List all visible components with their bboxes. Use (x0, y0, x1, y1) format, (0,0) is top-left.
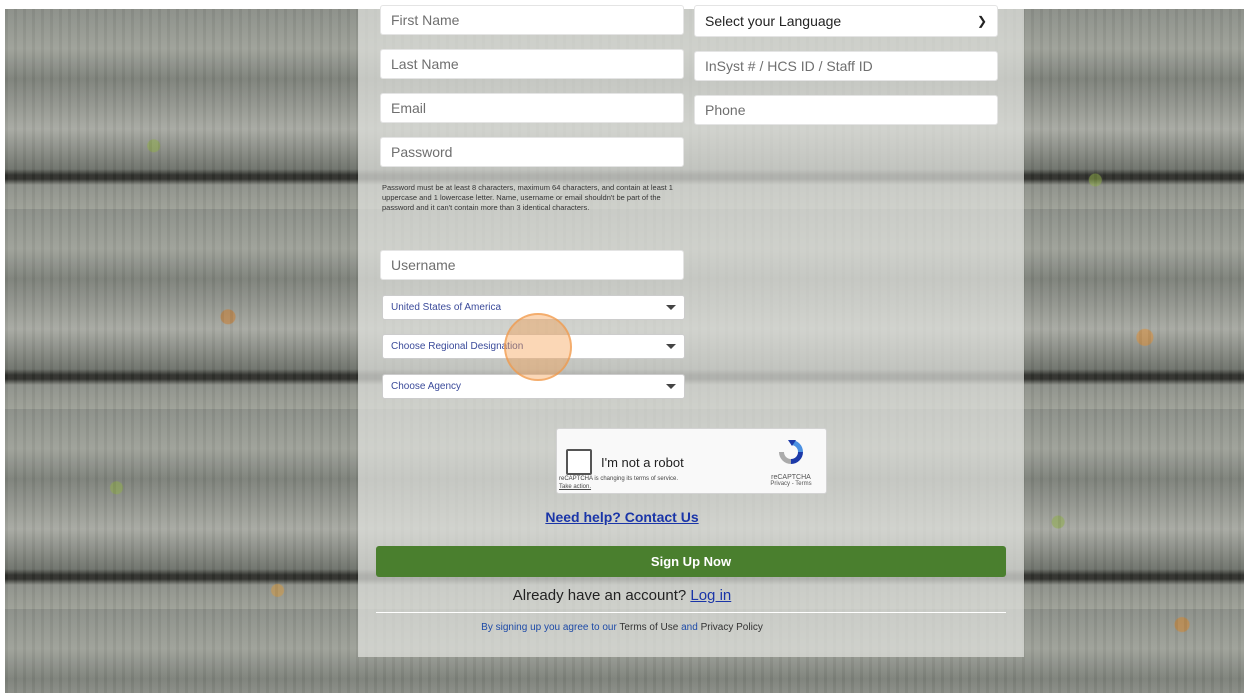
caret-down-icon (666, 344, 676, 349)
country-select-value: United States of America (391, 302, 502, 313)
email-input[interactable]: Email (380, 93, 684, 123)
first-name-input[interactable]: First Name (380, 5, 684, 35)
password-requirements-text: Password must be at least 8 characters, … (382, 183, 673, 212)
recaptcha-label: I'm not a robot (601, 455, 684, 470)
recaptcha-widget: I'm not a robot reCAPTCHA is changing it… (556, 428, 827, 494)
username-input[interactable]: Username (380, 250, 684, 280)
recaptcha-checkbox[interactable] (566, 449, 592, 475)
terms-and: and (681, 622, 698, 633)
login-prompt: Already have an account? Log in (0, 587, 1244, 604)
last-name-input[interactable]: Last Name (380, 49, 684, 79)
login-prompt-text: Already have an account? (512, 587, 687, 604)
recaptcha-logo: reCAPTCHA Privacy - Terms (764, 437, 818, 487)
staff-id-input[interactable]: InSyst # / HCS ID / Staff ID (694, 51, 998, 81)
terms-notice: By signing up you agree to our Terms of … (0, 622, 1244, 633)
terms-of-use-link[interactable]: Terms of Use (619, 622, 678, 633)
privacy-policy-link[interactable]: Privacy Policy (701, 622, 763, 633)
recaptcha-notice: reCAPTCHA is changing its terms of servi… (559, 475, 678, 491)
login-link[interactable]: Log in (690, 587, 731, 604)
caret-down-icon (666, 384, 676, 389)
password-input[interactable]: Password (380, 137, 684, 167)
sign-up-button[interactable]: Sign Up Now (376, 546, 1006, 577)
divider (376, 612, 1006, 613)
chevron-down-icon: ❯ (976, 14, 987, 28)
language-select-value: Select your Language (705, 13, 842, 29)
contact-us-link[interactable]: Need help? Contact Us (0, 509, 1244, 525)
click-indicator (504, 313, 572, 381)
recaptcha-icon (779, 440, 803, 464)
language-select[interactable]: Select your Language ❯ (694, 5, 998, 37)
recaptcha-privacy-terms[interactable]: Privacy - Terms (764, 481, 818, 487)
agency-select-value: Choose Agency (391, 381, 462, 392)
caret-down-icon (666, 305, 676, 310)
phone-input[interactable]: Phone (694, 95, 998, 125)
recaptcha-brand: reCAPTCHA (771, 474, 811, 481)
recaptcha-take-action-link[interactable]: Take action. (559, 484, 591, 490)
recaptcha-notice-text: reCAPTCHA is changing its terms of servi… (559, 476, 679, 482)
terms-prefix: By signing up you agree to our (481, 622, 617, 633)
